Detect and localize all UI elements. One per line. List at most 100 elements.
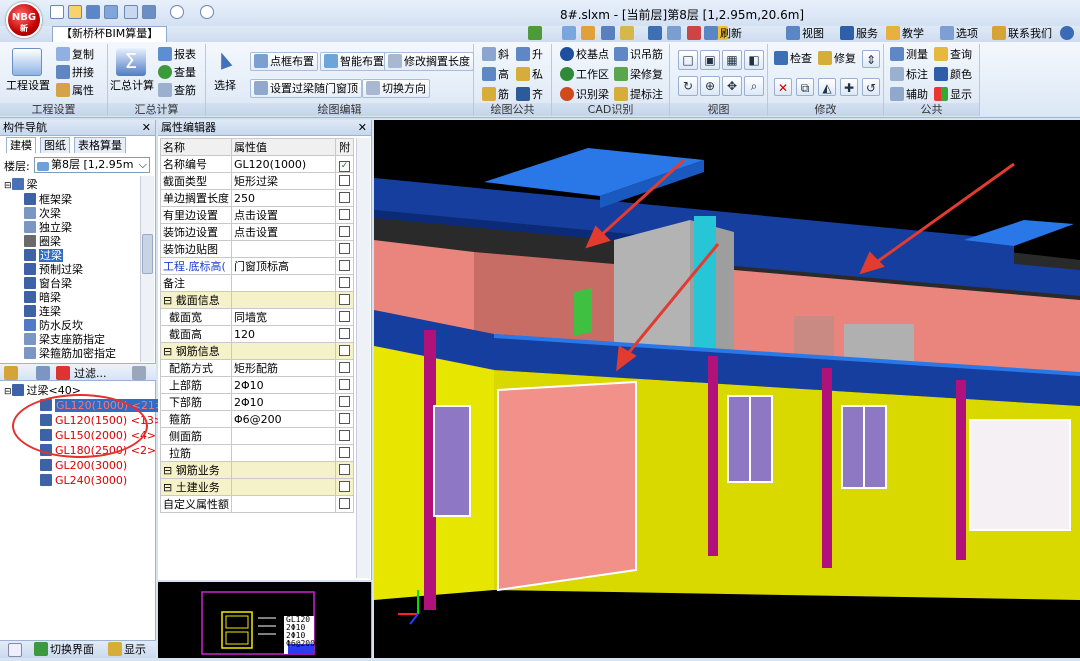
attach-checkbox[interactable] (335, 291, 354, 309)
property-row[interactable]: 下部筋 2Φ10 (160, 393, 354, 411)
property-value[interactable] (230, 274, 337, 292)
property-row[interactable]: 配筋方式 矩形配筋 (160, 359, 354, 377)
tool-icon[interactable] (647, 26, 662, 40)
tool-icon[interactable] (667, 26, 681, 40)
panel-icon[interactable] (8, 643, 22, 657)
property-value[interactable] (230, 342, 337, 360)
tool-icon[interactable] (600, 26, 615, 40)
add-icon[interactable] (4, 366, 18, 380)
move-icon[interactable]: ✚ (840, 78, 858, 96)
property-row[interactable]: ⊟ 土建业务 (160, 478, 354, 496)
checkbox-icon[interactable] (339, 446, 351, 458)
floor-select[interactable]: 第8层 [1,2.95m ⌵ (34, 157, 150, 173)
property-value[interactable]: 门窗顶标高 (230, 257, 337, 275)
checkbox-icon[interactable] (339, 361, 351, 373)
summary-button[interactable]: 汇总计算 (110, 77, 154, 95)
view-front-icon[interactable]: □ (678, 50, 698, 70)
property-value[interactable]: 120 (230, 325, 337, 343)
scrollbar-thumb[interactable] (142, 234, 153, 274)
property-value[interactable]: 矩形过梁 (230, 172, 337, 190)
point-frame-button[interactable]: 点框布置 (250, 52, 318, 71)
attach-checkbox[interactable] (335, 342, 354, 360)
cursor-icon[interactable] (215, 50, 233, 70)
query-button[interactable]: 查询 (934, 46, 972, 64)
property-row[interactable]: 侧面筋 (160, 427, 354, 445)
tree-item[interactable]: 梁箍筋加密指定 (24, 347, 116, 361)
help-icon[interactable] (1060, 26, 1076, 42)
checkbox-icon[interactable] (339, 497, 351, 509)
property-value[interactable] (230, 461, 337, 479)
attach-checkbox[interactable] (335, 223, 354, 241)
checkbox-icon[interactable] (339, 191, 351, 203)
property-row[interactable]: 拉筋 (160, 444, 354, 462)
redo-icon[interactable] (200, 5, 214, 19)
tool-icon[interactable] (581, 26, 595, 40)
copy-item-icon[interactable] (36, 366, 50, 380)
tree-item[interactable]: 次梁 (24, 207, 61, 221)
report-button[interactable]: 报表 (158, 46, 196, 64)
property-value[interactable]: 点击设置 (230, 223, 337, 241)
tree-item[interactable]: 圈梁 (24, 235, 61, 249)
tree-item-beam[interactable]: ⊟ 梁 (4, 178, 38, 192)
property-row[interactable]: ⊟ 钢筋业务 (160, 461, 354, 479)
assist-button[interactable]: 辅助 (890, 86, 928, 104)
list-item[interactable]: GL240(3000) (40, 474, 127, 488)
property-value[interactable] (230, 444, 337, 462)
property-value[interactable] (230, 427, 337, 445)
height-button[interactable]: 高 (482, 66, 509, 84)
print-icon[interactable] (104, 5, 118, 19)
tool-icon[interactable] (620, 26, 634, 40)
slant-button[interactable]: 斜 (482, 46, 509, 64)
checkbox-icon[interactable] (339, 276, 351, 288)
checkbox-icon[interactable] (339, 208, 351, 220)
property-value[interactable]: Φ6@200 (230, 410, 337, 428)
property-row[interactable]: ⊟ 钢筋信息 (160, 342, 354, 360)
tree-item[interactable]: 梁支座筋指定 (24, 333, 105, 347)
tree-item[interactable]: 连梁 (24, 305, 61, 319)
checkbox-icon[interactable]: ✓ (339, 160, 351, 172)
identify-hanger-button[interactable]: 识吊筋 (614, 46, 663, 64)
property-row[interactable]: 箍筋 Φ6@200 (160, 410, 354, 428)
tree-item[interactable]: 窗台梁 (24, 277, 72, 291)
identify-beam-button[interactable]: 识别梁 (560, 86, 609, 104)
display-toggle-button[interactable]: 显示 (108, 641, 146, 658)
rebar-button[interactable]: 筋 (482, 86, 509, 104)
checkbox-icon[interactable] (339, 378, 351, 390)
property-value[interactable]: 同墙宽 (230, 308, 337, 326)
filter-button[interactable]: 过滤... (74, 365, 107, 381)
private-button[interactable]: 私 (516, 66, 543, 84)
property-value[interactable]: GL120(1000) (230, 155, 337, 173)
property-value[interactable]: 2Φ10 (230, 393, 337, 411)
repair-button[interactable]: 修复 (818, 50, 856, 68)
house-icon[interactable] (12, 48, 42, 76)
property-row[interactable]: ⊟ 截面信息 (160, 291, 354, 309)
zoom-window-icon[interactable]: ⌕ (744, 76, 764, 96)
project-settings-button[interactable]: 工程设置 (6, 77, 50, 95)
attach-checkbox[interactable] (335, 189, 354, 207)
switch-view-button[interactable]: 切换界面 (34, 641, 94, 658)
pan-icon[interactable]: ✥ (722, 76, 742, 96)
attach-checkbox[interactable] (335, 359, 354, 377)
property-row[interactable]: 名称编号 GL120(1000) ✓ (160, 155, 354, 173)
select-button[interactable]: 选择 (214, 77, 236, 95)
checkbox-icon[interactable] (339, 395, 351, 407)
extend-icon[interactable]: ⇕ (862, 50, 880, 68)
extract-mark-button[interactable]: 提标注 (614, 86, 663, 104)
property-value[interactable]: 矩形配筋 (230, 359, 337, 377)
attach-checkbox[interactable] (335, 274, 354, 292)
save-icon[interactable] (86, 5, 100, 19)
attach-checkbox[interactable] (335, 325, 354, 343)
attach-checkbox[interactable] (335, 308, 354, 326)
tree-item-lintel[interactable]: 过梁 (24, 249, 63, 263)
tool-icon[interactable] (686, 26, 701, 40)
base-point-button[interactable]: 校基点 (560, 46, 609, 64)
open-folder-icon[interactable] (68, 5, 82, 19)
property-value[interactable] (230, 495, 337, 513)
copy-icon[interactable] (124, 5, 138, 19)
delete-item-icon[interactable] (56, 366, 70, 380)
list-item[interactable]: GL200(3000) (40, 459, 127, 473)
property-row[interactable]: 备注 (160, 274, 354, 292)
copy-button[interactable]: 复制 (56, 46, 94, 64)
property-value[interactable]: 点击设置 (230, 206, 337, 224)
attach-checkbox[interactable] (335, 240, 354, 258)
